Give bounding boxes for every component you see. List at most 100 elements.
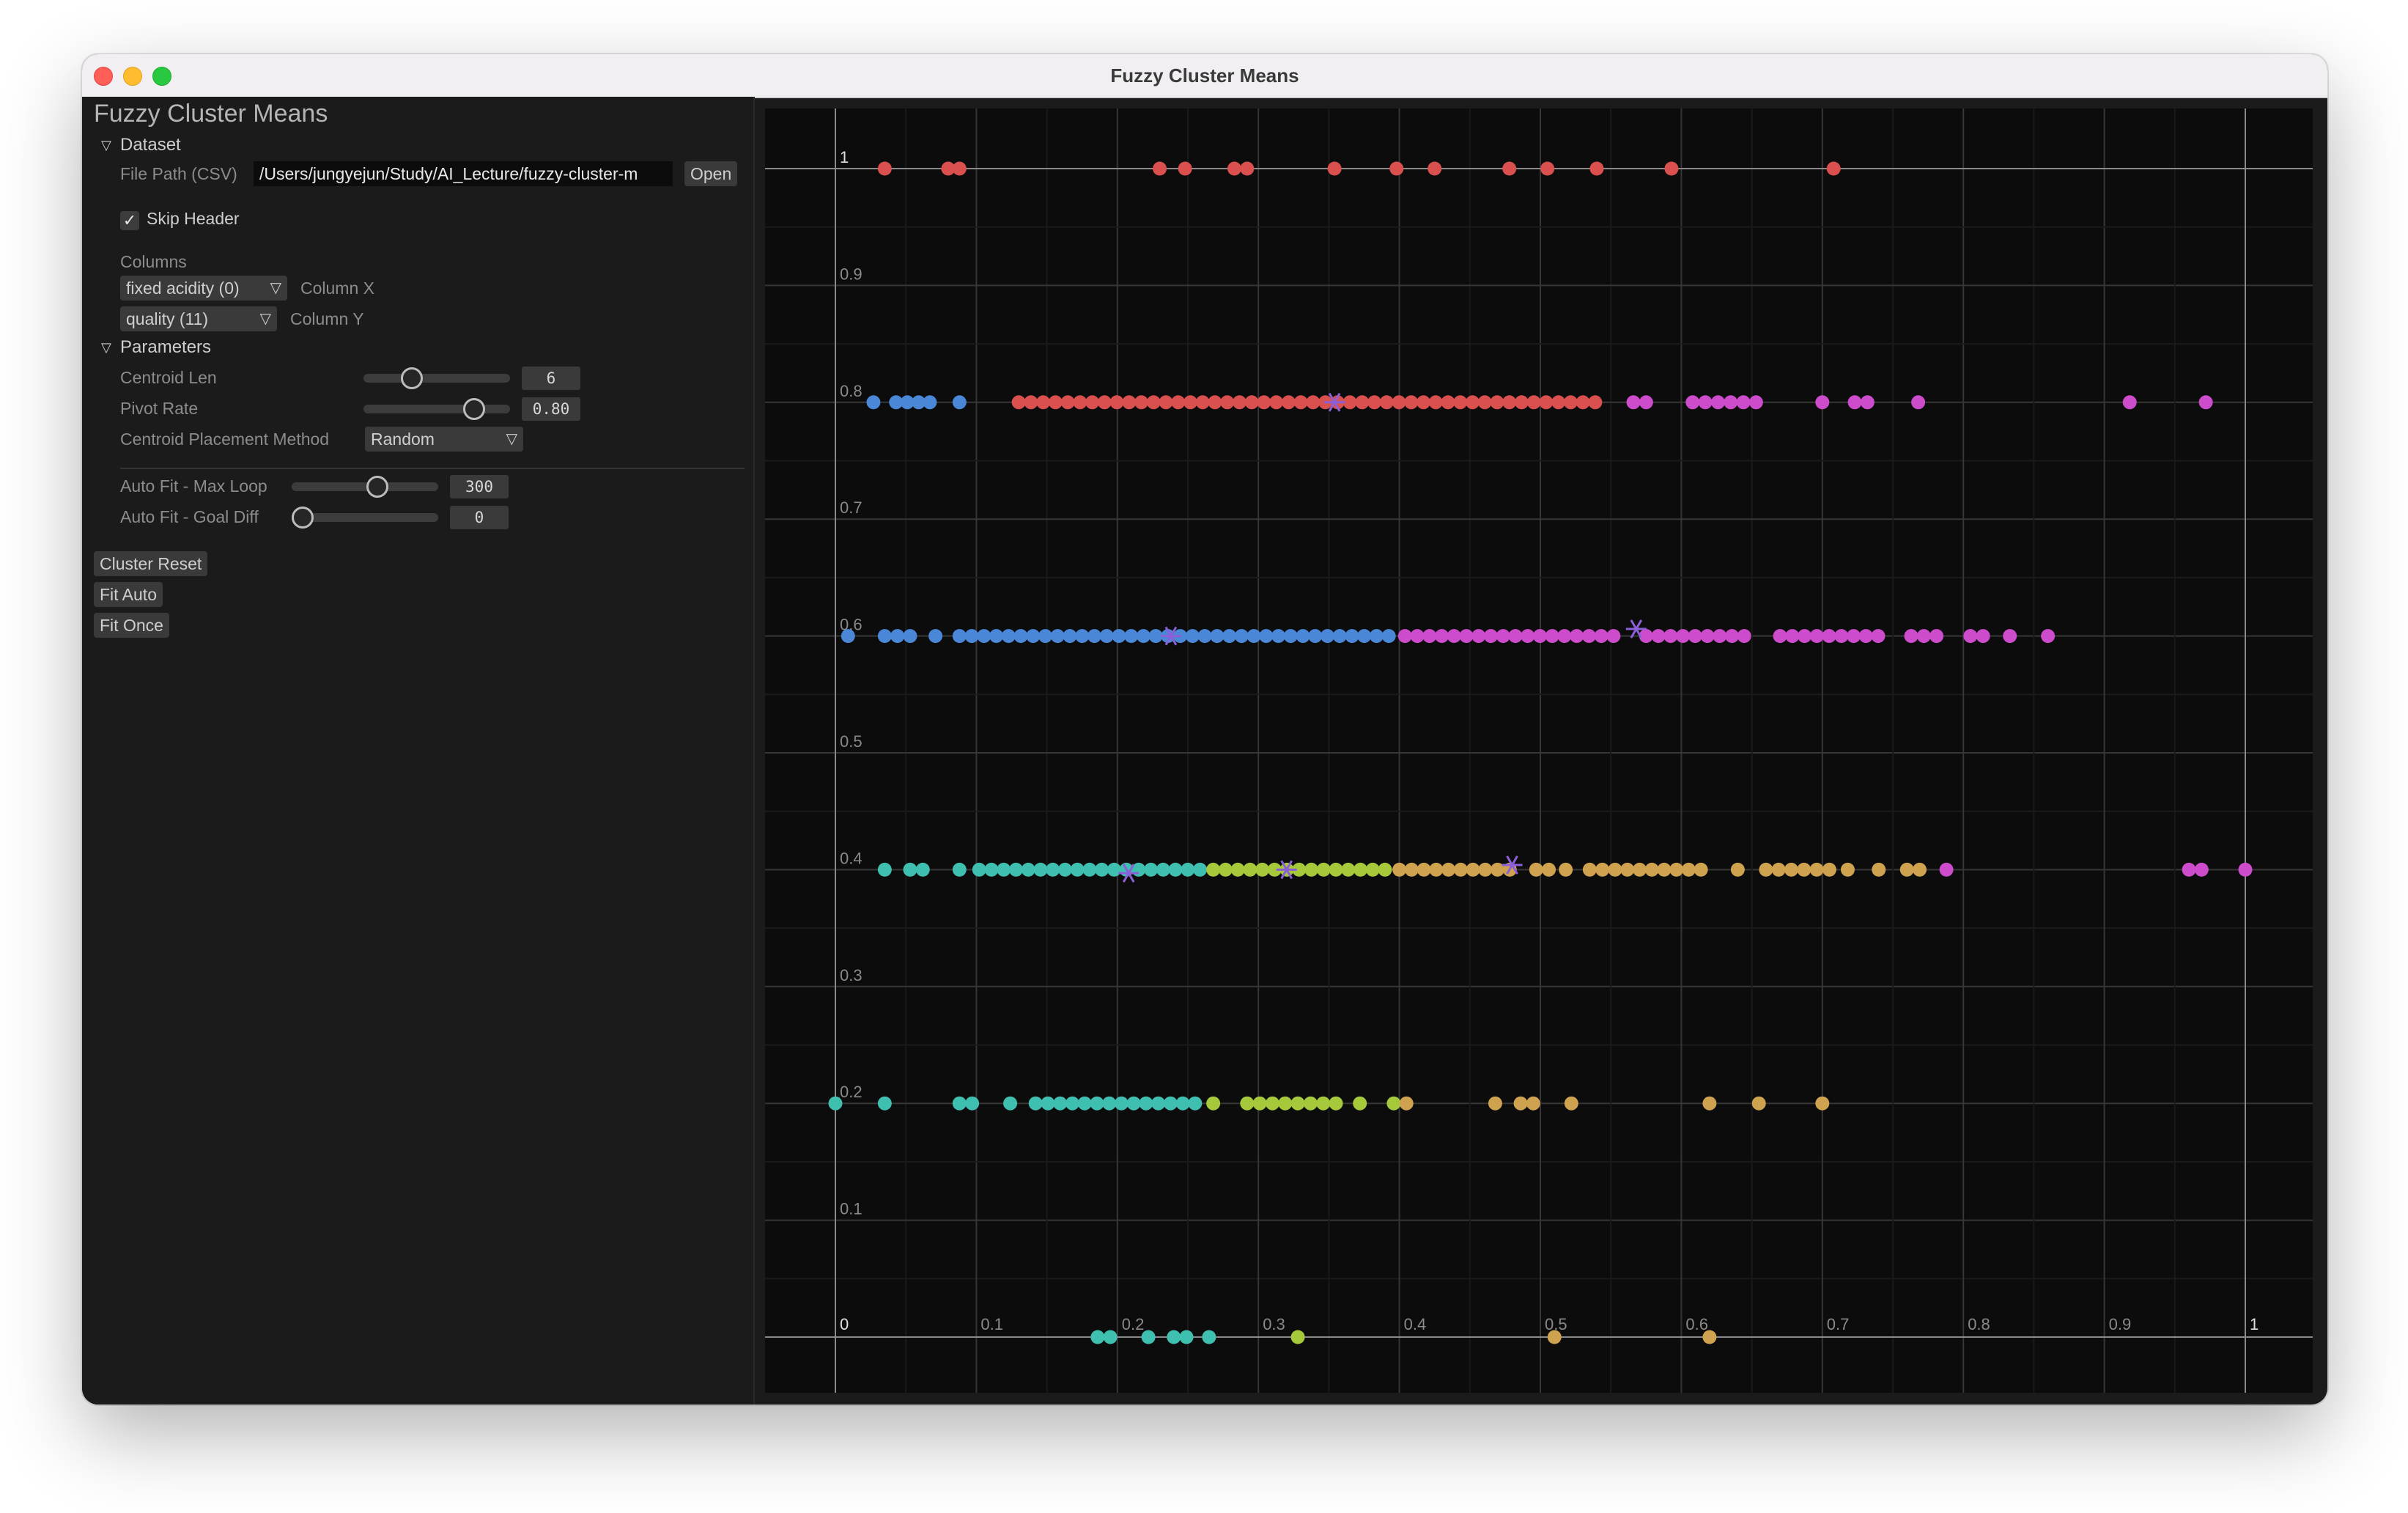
data-point xyxy=(877,862,892,877)
pivot-rate-value[interactable]: 0.80 xyxy=(522,397,580,421)
fit-auto-button[interactable]: Fit Auto xyxy=(94,582,163,607)
centroid-len-slider[interactable] xyxy=(363,367,510,390)
goal-diff-value[interactable]: 0 xyxy=(450,506,509,529)
data-point xyxy=(1913,862,1927,877)
data-point xyxy=(1077,1096,1092,1111)
data-point xyxy=(1576,395,1590,410)
data-point xyxy=(1526,395,1541,410)
maximize-window-button[interactable] xyxy=(152,67,171,86)
data-point xyxy=(1759,862,1773,877)
data-point xyxy=(972,862,986,877)
data-point xyxy=(1626,395,1641,410)
plot-canvas[interactable]: 0 0.1 0.2 0.3 0.4 0.5 0.6 0.7 0.8 0.9 1 0.1 0.2 0.3 0.… xyxy=(765,108,2313,1393)
data-point xyxy=(1404,395,1419,410)
data-point xyxy=(1168,862,1183,877)
data-point xyxy=(1737,629,1751,644)
data-point xyxy=(1269,395,1284,410)
data-point xyxy=(1404,862,1419,877)
parameters-section-header[interactable]: Parameters xyxy=(120,337,211,358)
slider-handle[interactable] xyxy=(463,398,485,420)
data-point xyxy=(1053,1096,1068,1111)
data-point xyxy=(1090,1330,1105,1344)
data-point xyxy=(1466,862,1480,877)
data-point xyxy=(1453,395,1468,410)
data-point xyxy=(1422,629,1437,644)
data-point xyxy=(1559,862,1573,877)
data-point xyxy=(1175,1096,1190,1111)
data-point xyxy=(1392,395,1406,410)
data-point xyxy=(1392,862,1407,877)
data-point xyxy=(984,862,999,877)
data-point xyxy=(1103,1330,1118,1344)
column-y-select[interactable]: quality (11) ▽ xyxy=(120,306,277,331)
data-point xyxy=(1156,862,1170,877)
fit-once-button[interactable]: Fit Once xyxy=(94,613,169,638)
data-point xyxy=(1320,629,1334,644)
data-point xyxy=(1003,1096,1018,1111)
cluster-reset-button[interactable]: Cluster Reset xyxy=(94,551,208,576)
goal-diff-slider[interactable] xyxy=(292,506,438,529)
data-point xyxy=(1148,629,1163,644)
data-point xyxy=(1063,629,1077,644)
data-point xyxy=(1748,395,1763,410)
data-point xyxy=(1097,395,1112,410)
data-point xyxy=(1024,395,1038,410)
data-point xyxy=(1798,629,1812,644)
data-point xyxy=(1001,629,1016,644)
data-point xyxy=(1232,395,1247,410)
data-point xyxy=(1608,862,1622,877)
max-loop-slider[interactable] xyxy=(292,475,438,498)
data-point xyxy=(1095,862,1109,877)
slider-track xyxy=(292,513,438,522)
file-path-input[interactable]: /Users/jungyejun/Study/AI_Lecture/fuzzy-… xyxy=(254,161,673,186)
data-point xyxy=(1822,862,1836,877)
data-point xyxy=(1202,1330,1216,1344)
data-point xyxy=(1151,1096,1166,1111)
data-point xyxy=(1381,629,1396,644)
data-point xyxy=(866,395,881,410)
data-point xyxy=(1532,629,1547,644)
max-loop-value[interactable]: 300 xyxy=(450,475,509,498)
centroid-len-value[interactable]: 6 xyxy=(522,367,580,390)
dataset-collapse-icon[interactable]: ▽ xyxy=(101,138,111,153)
data-point xyxy=(965,1096,980,1111)
column-x-select[interactable]: fixed acidity (0) ▽ xyxy=(120,276,287,301)
data-point xyxy=(1178,161,1192,176)
slider-handle[interactable] xyxy=(401,367,423,389)
scatter-plot[interactable]: 0 0.1 0.2 0.3 0.4 0.5 0.6 0.7 0.8 0.9 1 0.1 0.2 0.3 0.… xyxy=(765,108,2313,1393)
data-point xyxy=(1664,161,1679,176)
skip-header-checkbox[interactable]: ✓ xyxy=(120,211,139,230)
parameters-collapse-icon[interactable]: ▽ xyxy=(101,340,111,356)
data-point xyxy=(1082,862,1097,877)
data-point xyxy=(1435,629,1449,644)
data-point xyxy=(1296,629,1310,644)
data-point xyxy=(1702,1096,1717,1111)
data-point xyxy=(1644,862,1659,877)
data-point xyxy=(1736,395,1751,410)
close-window-button[interactable] xyxy=(94,67,113,86)
data-point xyxy=(952,629,967,644)
minimize-window-button[interactable] xyxy=(123,67,142,86)
data-point xyxy=(1185,629,1200,644)
data-point xyxy=(1075,629,1090,644)
pivot-rate-slider[interactable] xyxy=(363,397,510,421)
data-point xyxy=(1724,395,1738,410)
slider-handle[interactable] xyxy=(292,507,314,529)
data-point xyxy=(2182,862,2196,877)
data-point xyxy=(1122,395,1137,410)
slider-handle[interactable] xyxy=(366,476,388,498)
placement-method-select[interactable]: Random ▽ xyxy=(365,427,523,452)
data-point xyxy=(1441,862,1456,877)
data-point xyxy=(1240,1096,1255,1111)
open-file-button[interactable]: Open xyxy=(684,161,738,186)
data-point xyxy=(1582,862,1597,877)
column-x-label: Column X xyxy=(300,279,374,298)
y-tick-label: 1 xyxy=(840,148,849,166)
data-point xyxy=(1676,629,1691,644)
data-point xyxy=(1785,629,1800,644)
data-point xyxy=(1171,395,1186,410)
data-point xyxy=(877,1096,892,1111)
data-point xyxy=(1681,862,1696,877)
data-point xyxy=(1008,862,1023,877)
dataset-section-header[interactable]: Dataset xyxy=(120,135,181,155)
